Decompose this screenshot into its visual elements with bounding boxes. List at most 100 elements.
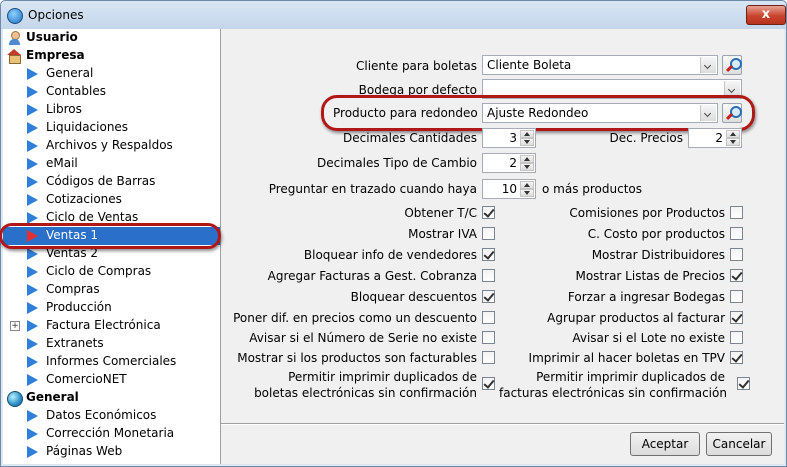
play-arrow-icon xyxy=(27,140,38,152)
tree-item-codigos-barras[interactable]: Códigos de Barras xyxy=(3,173,220,191)
tree-item-libros[interactable]: Libros xyxy=(3,101,220,119)
tree-item-informes-comerciales[interactable]: Informes Comerciales xyxy=(3,353,220,371)
dec-cantidades-spinner[interactable]: 3 xyxy=(482,128,536,148)
chk-duplicados-boletas-label-2: boletas electrónicas sin confirmación xyxy=(254,386,477,400)
play-arrow-icon xyxy=(27,374,38,386)
chk-duplicados-facturas-label-2: facturas electrónicas sin confirmación xyxy=(499,386,727,400)
tree-item-archivos[interactable]: Archivos y Respaldos xyxy=(3,137,220,155)
dec-cantidades-value: 3 xyxy=(509,131,517,145)
chk-duplicados-facturas-label-1: Permitir imprimir duplicados de xyxy=(536,370,725,384)
chk-comisiones-label: Comisiones por Productos xyxy=(569,206,725,220)
chk-poner-dif[interactable] xyxy=(482,311,495,324)
chk-agregar-facturas-label: Agregar Facturas a Gest. Cobranza xyxy=(267,269,477,283)
tree-item-general[interactable]: General xyxy=(3,65,220,83)
tree-item-label: Extranets xyxy=(46,336,104,350)
accept-button[interactable]: Aceptar xyxy=(630,432,700,456)
tree-item-label: Contables xyxy=(46,84,106,98)
tree-item-extranets[interactable]: Extranets xyxy=(3,335,220,353)
chk-obtener-tc[interactable] xyxy=(482,206,495,219)
tree-item-liquidaciones[interactable]: Liquidaciones xyxy=(3,119,220,137)
play-arrow-icon xyxy=(27,428,38,440)
chk-mostrar-iva[interactable] xyxy=(482,227,495,240)
dec-precios-spinner[interactable]: 2 xyxy=(688,128,742,148)
chevron-down-icon[interactable] xyxy=(700,57,716,73)
chk-avisar-lote[interactable] xyxy=(730,331,743,344)
chk-duplicados-boletas-label-1: Permitir imprimir duplicados de xyxy=(288,370,477,384)
options-window: Opciones x Usuario Empresa General Conta… xyxy=(0,0,787,467)
chk-imprimir-tpv[interactable] xyxy=(730,351,743,364)
chk-facturables[interactable] xyxy=(482,351,495,364)
chk-listas-precios[interactable] xyxy=(730,269,743,282)
tree-item-cotizaciones[interactable]: Cotizaciones xyxy=(3,191,220,209)
tree-item-label: ComercioNET xyxy=(46,372,127,386)
tree-group-general[interactable]: General xyxy=(3,389,220,407)
tree-item-label: Factura Electrónica xyxy=(46,318,161,332)
globe-icon xyxy=(7,391,23,407)
chk-bloquear-descuentos[interactable] xyxy=(482,290,495,303)
tree-item-label: eMail xyxy=(46,156,78,170)
spin-down-icon[interactable] xyxy=(520,163,534,171)
tree-group-label: Usuario xyxy=(26,30,78,44)
tree-item-datos-economicos[interactable]: Datos Económicos xyxy=(3,407,220,425)
chk-avisar-serie-label: Avisar si el Número de Serie no existe xyxy=(249,331,477,345)
dec-tipo-cambio-spinner[interactable]: 2 xyxy=(482,153,536,173)
tree-item-correccion-monetaria[interactable]: Corrección Monetaria xyxy=(3,425,220,443)
play-arrow-icon xyxy=(27,104,38,116)
tree-item-label: Archivos y Respaldos xyxy=(46,138,173,152)
tree-group-empresa[interactable]: Empresa xyxy=(3,47,220,65)
chk-distribuidores[interactable] xyxy=(730,248,743,261)
chk-comisiones[interactable] xyxy=(730,206,743,219)
chk-c-costo[interactable] xyxy=(730,227,743,240)
tree-item-email[interactable]: eMail xyxy=(3,155,220,173)
spin-down-icon[interactable] xyxy=(520,138,534,146)
dec-precios-label: Dec. Precios xyxy=(609,131,683,145)
cliente-combo[interactable]: Cliente Boleta xyxy=(482,55,718,75)
chk-duplicados-facturas[interactable] xyxy=(737,377,750,390)
chk-listas-precios-label: Mostrar Listas de Precios xyxy=(575,269,725,283)
play-arrow-icon xyxy=(27,446,38,458)
play-arrow-icon xyxy=(27,122,38,134)
tree-item-label: General xyxy=(46,66,94,80)
preguntar-suffix: o más productos xyxy=(542,182,643,196)
cliente-label: Cliente para boletas xyxy=(356,59,477,73)
tree-item-comercionet[interactable]: ComercioNET xyxy=(3,371,220,389)
spin-up-icon[interactable] xyxy=(520,155,534,163)
preguntar-spinner[interactable]: 10 xyxy=(482,179,536,199)
tree-item-paginas-web[interactable]: Páginas Web xyxy=(3,443,220,461)
tree-item-compras[interactable]: Compras xyxy=(3,281,220,299)
chk-duplicados-boletas[interactable] xyxy=(482,377,495,390)
chk-avisar-serie[interactable] xyxy=(482,331,495,344)
chk-avisar-lote-label: Avisar si el Lote no existe xyxy=(572,331,725,345)
tree-item-label: Corrección Monetaria xyxy=(46,426,175,440)
cliente-search-button[interactable] xyxy=(722,55,742,75)
house-icon xyxy=(7,49,22,64)
expand-icon[interactable]: + xyxy=(10,321,20,331)
title-bar[interactable]: Opciones x xyxy=(1,1,786,29)
tree-group-label: General xyxy=(26,390,79,404)
tree-group-usuario[interactable]: Usuario xyxy=(3,29,220,47)
tree-item-produccion[interactable]: Producción xyxy=(3,299,220,317)
play-arrow-icon xyxy=(27,338,38,350)
tree-item-label: Ciclo de Ventas xyxy=(46,210,139,224)
play-arrow-icon xyxy=(27,302,38,314)
tree-item-ciclo-compras[interactable]: Ciclo de Compras xyxy=(3,263,220,281)
tree-item-label: Compras xyxy=(46,282,100,296)
spin-up-icon[interactable] xyxy=(726,130,740,138)
tree-item-factura-electronica[interactable]: + Factura Electrónica xyxy=(3,317,220,335)
chk-agrupar-productos[interactable] xyxy=(730,311,743,324)
spin-up-icon[interactable] xyxy=(520,181,534,189)
chk-forzar-bodegas[interactable] xyxy=(730,290,743,303)
close-button[interactable]: x xyxy=(746,5,786,25)
user-icon xyxy=(8,31,21,45)
tree-item-contables[interactable]: Contables xyxy=(3,83,220,101)
chk-bloquear-descuentos-label: Bloquear descuentos xyxy=(350,290,477,304)
spin-down-icon[interactable] xyxy=(726,138,740,146)
spin-up-icon[interactable] xyxy=(520,130,534,138)
chk-agregar-facturas[interactable] xyxy=(482,269,495,282)
spin-down-icon[interactable] xyxy=(520,189,534,197)
chk-bloquear-vendedores[interactable] xyxy=(482,248,495,261)
play-arrow-icon xyxy=(27,320,38,332)
cancel-button[interactable]: Cancelar xyxy=(706,432,772,456)
button-separator xyxy=(221,423,784,425)
play-arrow-icon xyxy=(27,194,38,206)
